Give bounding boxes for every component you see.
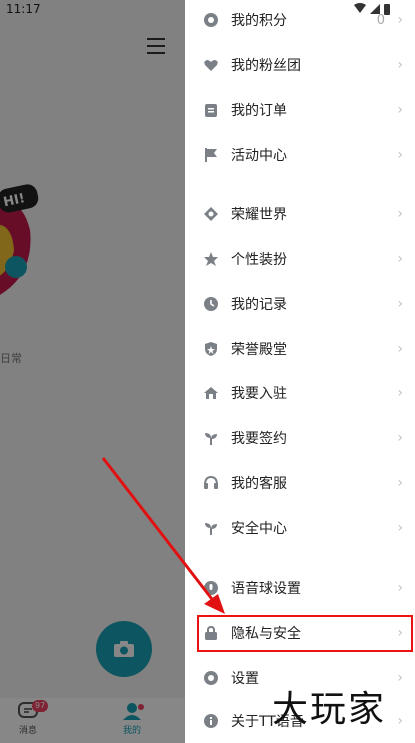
menu-item-security-center[interactable]: 安全中心 › bbox=[185, 506, 415, 550]
chevron-right-icon: › bbox=[397, 102, 403, 118]
chevron-right-icon: › bbox=[397, 430, 403, 446]
menu-item-label: 我要签约 bbox=[231, 431, 287, 447]
menu-item-label: 安全中心 bbox=[231, 521, 287, 537]
gear-icon bbox=[203, 670, 219, 686]
chevron-right-icon: › bbox=[397, 475, 403, 491]
chevron-right-icon: › bbox=[397, 520, 403, 536]
menu-item-hall-of-honor[interactable]: 荣誉殿堂 › bbox=[185, 327, 415, 371]
chevron-right-icon: › bbox=[397, 147, 403, 163]
points-value: 0 bbox=[376, 12, 385, 28]
chevron-right-icon: › bbox=[397, 580, 403, 596]
chevron-right-icon: › bbox=[397, 385, 403, 401]
menu-item-label: 个性装扮 bbox=[231, 252, 287, 268]
menu-item-decoration[interactable]: 个性装扮 › bbox=[185, 237, 415, 281]
menu-item-label: 活动中心 bbox=[231, 148, 287, 164]
watermark: 大玩家 bbox=[272, 689, 387, 730]
chevron-right-icon: › bbox=[397, 670, 403, 686]
menu-item-glory-world[interactable]: 荣耀世界 › bbox=[185, 192, 415, 236]
menu-item-label: 荣耀世界 bbox=[231, 207, 287, 223]
heart-icon bbox=[203, 57, 219, 73]
clipboard-icon bbox=[203, 102, 219, 118]
dim-overlay[interactable] bbox=[0, 0, 185, 743]
voice-ball-icon bbox=[203, 580, 219, 596]
chevron-right-icon: › bbox=[397, 296, 403, 312]
chevron-right-icon: › bbox=[397, 57, 403, 73]
headset-icon bbox=[203, 475, 219, 491]
chevron-right-icon: › bbox=[397, 251, 403, 267]
coin-icon bbox=[203, 12, 219, 28]
chevron-right-icon: › bbox=[397, 206, 403, 222]
menu-item-activity-center[interactable]: 活动中心 › bbox=[185, 133, 415, 177]
chevron-right-icon: › bbox=[397, 12, 403, 28]
menu-item-join[interactable]: 我要入驻 › bbox=[185, 371, 415, 415]
star-icon bbox=[203, 251, 219, 267]
sprout-icon bbox=[203, 430, 219, 446]
menu-item-label: 语音球设置 bbox=[231, 581, 301, 597]
menu-item-points[interactable]: 我的积分 0 › bbox=[185, 0, 415, 42]
info-icon bbox=[203, 713, 219, 729]
chevron-right-icon: › bbox=[397, 341, 403, 357]
menu-item-label: 我的客服 bbox=[231, 476, 287, 492]
menu-item-label: 我要入驻 bbox=[231, 386, 287, 402]
menu-item-label: 荣誉殿堂 bbox=[231, 342, 287, 358]
menu-item-customer-service[interactable]: 我的客服 › bbox=[185, 461, 415, 505]
highlight-box bbox=[197, 615, 413, 652]
shield-icon bbox=[203, 341, 219, 357]
menu-item-voice-ball-settings[interactable]: 语音球设置 › bbox=[185, 566, 415, 610]
menu-item-label: 我的积分 bbox=[231, 13, 287, 29]
menu-item-label: 我的订单 bbox=[231, 103, 287, 119]
menu-item-label: 设置 bbox=[231, 671, 259, 687]
menu-item-records[interactable]: 我的记录 › bbox=[185, 282, 415, 326]
flag-icon bbox=[203, 147, 219, 163]
menu-item-sign-contract[interactable]: 我要签约 › bbox=[185, 416, 415, 460]
house-icon bbox=[203, 385, 219, 401]
menu-item-label: 我的粉丝团 bbox=[231, 58, 301, 74]
sprout-icon bbox=[203, 520, 219, 536]
chevron-right-icon: › bbox=[397, 713, 403, 729]
menu-item-fan-club[interactable]: 我的粉丝团 › bbox=[185, 43, 415, 87]
menu-item-orders[interactable]: 我的订单 › bbox=[185, 88, 415, 132]
glory-icon bbox=[203, 206, 219, 222]
clock-icon bbox=[203, 296, 219, 312]
menu-item-label: 我的记录 bbox=[231, 297, 287, 313]
